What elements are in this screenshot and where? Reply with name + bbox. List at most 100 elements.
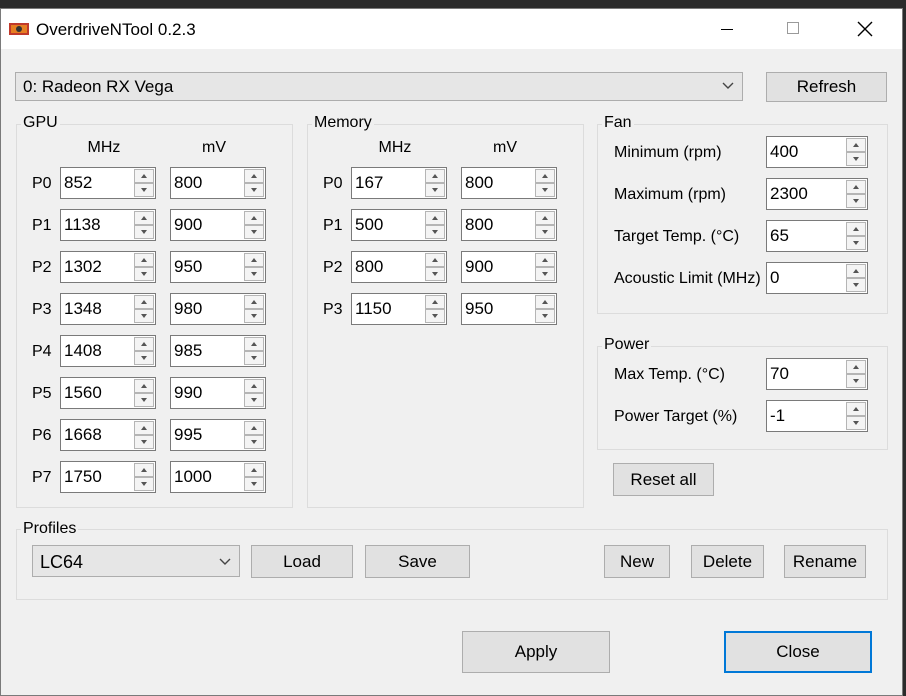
spin-down-button[interactable] bbox=[425, 309, 445, 323]
fan-minimum-spinbox[interactable]: 400 bbox=[766, 136, 868, 168]
spin-up-button[interactable] bbox=[846, 360, 866, 374]
spin-down-button[interactable] bbox=[846, 194, 866, 208]
spin-up-button[interactable] bbox=[846, 264, 866, 278]
save-profile-button[interactable]: Save bbox=[365, 545, 470, 578]
spin-down-button[interactable] bbox=[134, 225, 154, 239]
gpu-mv-spinbox[interactable]: 995 bbox=[170, 419, 266, 451]
refresh-button[interactable]: Refresh bbox=[766, 72, 887, 102]
close-button[interactable]: Close bbox=[724, 631, 872, 673]
memory-mv-spinbox[interactable]: 950 bbox=[461, 293, 557, 325]
memory-mhz-spinbox[interactable]: 1150 bbox=[351, 293, 447, 325]
spin-up-button[interactable] bbox=[846, 222, 866, 236]
spin-down-button[interactable] bbox=[134, 267, 154, 281]
spin-down-button[interactable] bbox=[134, 435, 154, 449]
spin-up-button[interactable] bbox=[244, 421, 264, 435]
gpu-mhz-spinbox[interactable]: 1138 bbox=[60, 209, 156, 241]
spin-down-button[interactable] bbox=[535, 183, 555, 197]
apply-button[interactable]: Apply bbox=[462, 631, 610, 673]
spin-up-button[interactable] bbox=[134, 253, 154, 267]
spin-up-button[interactable] bbox=[535, 211, 555, 225]
fan-maximum-spinbox[interactable]: 2300 bbox=[766, 178, 868, 210]
spin-up-button[interactable] bbox=[244, 253, 264, 267]
memory-mv-spinbox[interactable]: 800 bbox=[461, 167, 557, 199]
spin-down-button[interactable] bbox=[535, 267, 555, 281]
spin-up-button[interactable] bbox=[244, 379, 264, 393]
memory-mhz-spinbox[interactable]: 167 bbox=[351, 167, 447, 199]
spin-down-button[interactable] bbox=[535, 309, 555, 323]
spin-up-button[interactable] bbox=[425, 295, 445, 309]
spin-down-button[interactable] bbox=[846, 152, 866, 166]
gpu-mhz-spinbox[interactable]: 1750 bbox=[60, 461, 156, 493]
spin-up-button[interactable] bbox=[846, 402, 866, 416]
spin-down-button[interactable] bbox=[244, 435, 264, 449]
spin-down-button[interactable] bbox=[846, 236, 866, 250]
spin-down-button[interactable] bbox=[846, 416, 866, 430]
spin-up-button[interactable] bbox=[846, 138, 866, 152]
new-profile-button[interactable]: New bbox=[604, 545, 670, 578]
spin-up-button[interactable] bbox=[535, 169, 555, 183]
device-select[interactable]: 0: Radeon RX Vega bbox=[15, 72, 743, 101]
gpu-mv-spinbox[interactable]: 980 bbox=[170, 293, 266, 325]
spin-up-button[interactable] bbox=[134, 463, 154, 477]
spin-down-button[interactable] bbox=[134, 477, 154, 491]
gpu-mhz-spinbox[interactable]: 1408 bbox=[60, 335, 156, 367]
gpu-mv-spinbox[interactable]: 1000 bbox=[170, 461, 266, 493]
spin-down-button[interactable] bbox=[134, 351, 154, 365]
memory-mhz-spinbox[interactable]: 500 bbox=[351, 209, 447, 241]
load-profile-button[interactable]: Load bbox=[251, 545, 353, 578]
spin-down-button[interactable] bbox=[535, 225, 555, 239]
memory-mhz-spinbox[interactable]: 800 bbox=[351, 251, 447, 283]
spin-up-button[interactable] bbox=[134, 337, 154, 351]
gpu-mv-spinbox[interactable]: 950 bbox=[170, 251, 266, 283]
spin-up-button[interactable] bbox=[244, 169, 264, 183]
spin-up-button[interactable] bbox=[425, 253, 445, 267]
spin-down-button[interactable] bbox=[244, 183, 264, 197]
spin-down-button[interactable] bbox=[244, 477, 264, 491]
profile-select[interactable]: LC64 bbox=[32, 545, 240, 577]
gpu-mv-spinbox[interactable]: 900 bbox=[170, 209, 266, 241]
gpu-mhz-spinbox[interactable]: 1348 bbox=[60, 293, 156, 325]
spin-up-button[interactable] bbox=[425, 211, 445, 225]
spin-down-button[interactable] bbox=[425, 225, 445, 239]
minimize-button[interactable] bbox=[704, 9, 752, 49]
spin-down-button[interactable] bbox=[244, 225, 264, 239]
memory-mv-spinbox[interactable]: 800 bbox=[461, 209, 557, 241]
spin-down-button[interactable] bbox=[846, 278, 866, 292]
delete-profile-button[interactable]: Delete bbox=[691, 545, 764, 578]
spin-up-button[interactable] bbox=[244, 337, 264, 351]
spin-down-button[interactable] bbox=[134, 309, 154, 323]
rename-profile-button[interactable]: Rename bbox=[784, 545, 866, 578]
gpu-mhz-spinbox[interactable]: 1668 bbox=[60, 419, 156, 451]
gpu-mv-spinbox[interactable]: 800 bbox=[170, 167, 266, 199]
spin-up-button[interactable] bbox=[244, 295, 264, 309]
power-max-temp-spinbox[interactable]: 70 bbox=[766, 358, 868, 390]
spin-up-button[interactable] bbox=[134, 169, 154, 183]
gpu-mhz-spinbox[interactable]: 1302 bbox=[60, 251, 156, 283]
spin-down-button[interactable] bbox=[244, 351, 264, 365]
memory-mv-spinbox[interactable]: 900 bbox=[461, 251, 557, 283]
gpu-mhz-spinbox[interactable]: 1560 bbox=[60, 377, 156, 409]
maximize-button[interactable] bbox=[770, 9, 818, 49]
close-window-button[interactable] bbox=[841, 9, 889, 49]
gpu-mv-spinbox[interactable]: 985 bbox=[170, 335, 266, 367]
spin-up-button[interactable] bbox=[846, 180, 866, 194]
spin-up-button[interactable] bbox=[134, 211, 154, 225]
spin-down-button[interactable] bbox=[425, 183, 445, 197]
spin-down-button[interactable] bbox=[846, 374, 866, 388]
gpu-mv-spinbox[interactable]: 990 bbox=[170, 377, 266, 409]
spin-up-button[interactable] bbox=[134, 295, 154, 309]
spin-down-button[interactable] bbox=[134, 393, 154, 407]
fan-target-temp-spinbox[interactable]: 65 bbox=[766, 220, 868, 252]
spin-up-button[interactable] bbox=[134, 379, 154, 393]
spin-down-button[interactable] bbox=[425, 267, 445, 281]
spin-down-button[interactable] bbox=[244, 393, 264, 407]
spin-up-button[interactable] bbox=[535, 295, 555, 309]
fan-acoustic-limit-spinbox[interactable]: 0 bbox=[766, 262, 868, 294]
spin-up-button[interactable] bbox=[425, 169, 445, 183]
spin-up-button[interactable] bbox=[244, 211, 264, 225]
gpu-mhz-spinbox[interactable]: 852 bbox=[60, 167, 156, 199]
spin-up-button[interactable] bbox=[535, 253, 555, 267]
spin-down-button[interactable] bbox=[244, 267, 264, 281]
spin-up-button[interactable] bbox=[244, 463, 264, 477]
spin-down-button[interactable] bbox=[244, 309, 264, 323]
